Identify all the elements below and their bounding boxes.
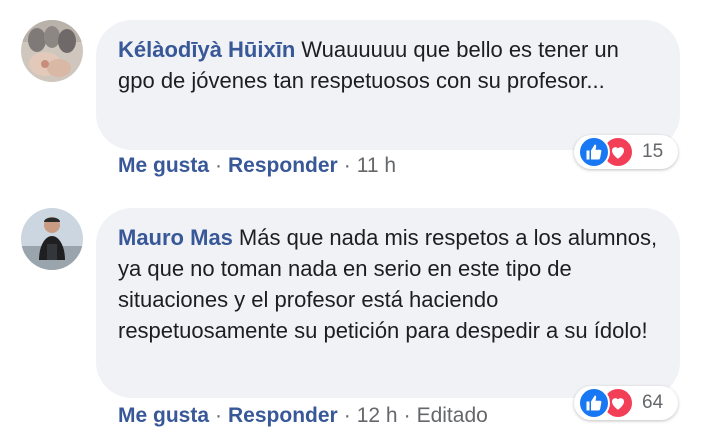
comments-section: Kélàodīyà Hūixīn Wuauuuuu que bello es te… [0,0,724,440]
comment-actions: Me gusta · Responder · 12 h · Editado [118,404,488,428]
avatar[interactable] [21,20,83,82]
separator: · [403,404,411,427]
comment-author[interactable]: Mauro Mas [118,225,233,250]
like-reaction-icon [578,136,610,168]
separator: · [215,404,223,427]
separator: · [215,154,223,177]
comment-bubble: Mauro Mas Más que nada mis respetos a los… [96,208,680,398]
like-link[interactable]: Me gusta [118,404,209,428]
avatar[interactable] [21,208,83,270]
reaction-count: 64 [642,392,664,413]
comment-actions: Me gusta · Responder · 11 h [118,154,396,178]
timestamp[interactable]: 12 h [357,404,398,428]
comment-bubble: Kélàodīyà Hūixīn Wuauuuuu que bello es te… [96,20,680,150]
reply-link[interactable]: Responder [228,154,338,178]
like-link[interactable]: Me gusta [118,154,209,178]
reply-link[interactable]: Responder [228,404,338,428]
separator: · [343,154,351,177]
edited-label[interactable]: Editado [417,404,488,428]
reaction-summary[interactable]: 15 [574,135,678,169]
reaction-count: 15 [642,141,664,162]
comment-author[interactable]: Kélàodīyà Hūixīn [118,37,295,62]
separator: · [343,404,351,427]
reaction-summary[interactable]: 64 [574,386,678,420]
like-reaction-icon [578,387,610,419]
timestamp[interactable]: 11 h [357,154,396,178]
